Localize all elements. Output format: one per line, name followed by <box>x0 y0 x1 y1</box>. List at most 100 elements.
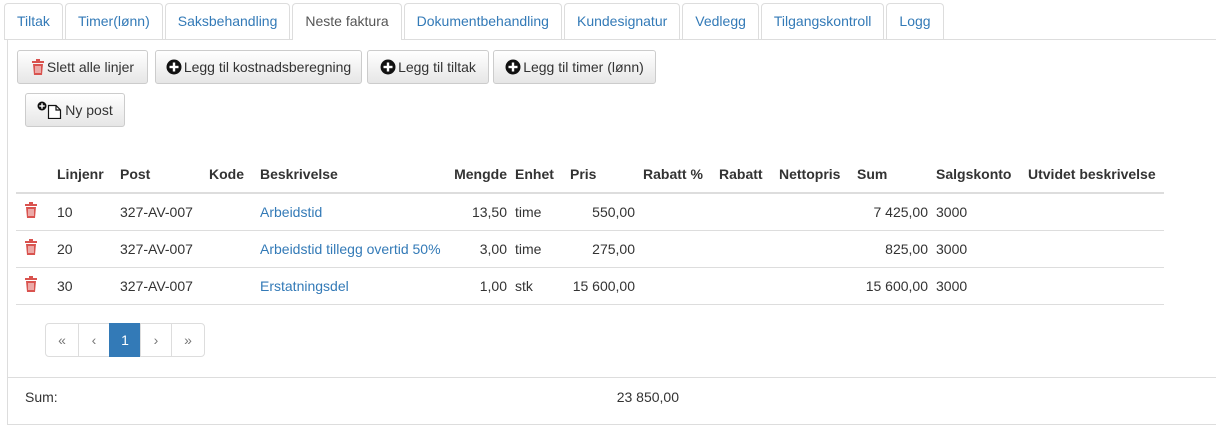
new-post-label: Ny post <box>65 102 113 118</box>
col-actions <box>16 155 57 194</box>
pagination-first-button[interactable]: « <box>45 323 79 357</box>
col-salgskonto: Salgskonto <box>936 155 1028 194</box>
tab-dokumentbehandling[interactable]: Dokumentbehandling <box>403 3 562 39</box>
col-pris: Pris <box>570 155 643 194</box>
tab-tilgangskontroll[interactable]: Tilgangskontroll <box>760 3 885 39</box>
cell-salgskonto: 3000 <box>936 267 1028 305</box>
pagination-next-button[interactable]: › <box>140 323 172 357</box>
cell-linjenr: 30 <box>57 267 120 305</box>
tab-timer-lonn[interactable]: Timer(lønn) <box>64 3 163 39</box>
invoice-lines-table: Linjenr Post Kode Beskrivelse Mengde Enh… <box>16 155 1164 305</box>
cell-sum: 15 600,00 <box>857 267 936 305</box>
tab-bar: Tiltak Timer(lønn) Saksbehandling Neste … <box>4 3 1216 40</box>
cell-linjenr: 20 <box>57 230 120 268</box>
col-mengde: Mengde <box>449 155 515 194</box>
trash-icon <box>25 276 37 292</box>
add-cost-calculation-label: Legg til kostnadsberegning <box>183 59 352 75</box>
sum-value: 23 850,00 <box>616 389 679 405</box>
cell-beskrivelse-link[interactable]: Erstatningsdel <box>260 267 449 305</box>
sum-label: Sum: <box>25 389 58 405</box>
cell-nettopris <box>779 267 857 305</box>
cell-kode <box>209 193 260 231</box>
cell-utvidet <box>1028 267 1164 305</box>
add-measure-label: Legg til tiltak <box>398 59 476 75</box>
cell-enhet: stk <box>515 267 570 305</box>
add-hours-label: Legg til timer (lønn) <box>523 59 644 75</box>
cell-pris: 15 600,00 <box>570 267 643 305</box>
table-row: 20 327-AV-007 Arbeidstid tillegg overtid… <box>16 230 1164 268</box>
col-beskrivelse: Beskrivelse <box>260 155 449 194</box>
cell-utvidet <box>1028 230 1164 268</box>
delete-row-button[interactable] <box>24 239 38 258</box>
cell-post: 327-AV-007 <box>120 230 209 268</box>
cell-salgskonto: 3000 <box>936 230 1028 268</box>
cell-beskrivelse-link[interactable]: Arbeidstid <box>260 193 449 231</box>
trash-icon <box>31 59 44 75</box>
cell-beskrivelse-link[interactable]: Arbeidstid tillegg overtid 50% <box>260 230 449 268</box>
cell-mengde: 1,00 <box>449 267 515 305</box>
cell-salgskonto: 3000 <box>936 193 1028 231</box>
cell-rabatt-pct <box>643 267 719 305</box>
summary-divider <box>7 377 1216 378</box>
plus-circle-icon <box>166 59 182 75</box>
new-document-icon <box>37 101 62 119</box>
cell-rabatt <box>719 267 779 305</box>
cell-kode <box>209 267 260 305</box>
cell-enhet: time <box>515 230 570 268</box>
cell-pris: 275,00 <box>570 230 643 268</box>
cell-utvidet <box>1028 193 1164 231</box>
add-measure-button[interactable]: Legg til tiltak <box>367 50 489 84</box>
add-cost-calculation-button[interactable]: Legg til kostnadsberegning <box>155 50 362 84</box>
plus-circle-icon <box>505 59 521 75</box>
tab-kundesignatur[interactable]: Kundesignatur <box>563 3 681 39</box>
row-actions <box>16 267 57 305</box>
trash-icon <box>25 239 37 255</box>
table-header-row: Linjenr Post Kode Beskrivelse Mengde Enh… <box>16 155 1164 194</box>
pagination-prev-button[interactable]: ‹ <box>78 323 110 357</box>
cell-sum: 7 425,00 <box>857 193 936 231</box>
col-post: Post <box>120 155 209 194</box>
tab-neste-faktura[interactable]: Neste faktura <box>292 3 402 40</box>
cell-pris: 550,00 <box>570 193 643 231</box>
cell-linjenr: 10 <box>57 193 120 231</box>
col-kode: Kode <box>209 155 260 194</box>
cell-post: 327-AV-007 <box>120 193 209 231</box>
row-actions <box>16 193 57 231</box>
tab-saksbehandling[interactable]: Saksbehandling <box>164 3 291 39</box>
trash-icon <box>25 202 37 219</box>
table-row: 30 327-AV-007 Erstatningsdel 1,00 stk 15… <box>16 267 1164 305</box>
cell-rabatt <box>719 193 779 231</box>
cell-mengde: 3,00 <box>449 230 515 268</box>
add-hours-button[interactable]: Legg til timer (lønn) <box>493 50 656 84</box>
cell-kode <box>209 230 260 268</box>
plus-circle-icon <box>380 59 396 75</box>
cell-rabatt-pct <box>643 193 719 231</box>
col-enhet: Enhet <box>515 155 570 194</box>
cell-nettopris <box>779 230 857 268</box>
cell-rabatt <box>719 230 779 268</box>
cell-sum: 825,00 <box>857 230 936 268</box>
delete-row-button[interactable] <box>24 276 38 295</box>
delete-all-lines-button[interactable]: Slett alle linjer <box>17 50 148 84</box>
table-row: 10 327-AV-007 Arbeidstid 13,50 time 550,… <box>16 193 1164 231</box>
col-utvidet-beskrivelse: Utvidet beskrivelse <box>1028 155 1164 194</box>
col-sum: Sum <box>857 155 936 194</box>
tab-vedlegg[interactable]: Vedlegg <box>682 3 759 39</box>
cell-enhet: time <box>515 193 570 231</box>
tab-tiltak[interactable]: Tiltak <box>4 3 63 39</box>
pagination-last-button[interactable]: » <box>171 323 205 357</box>
tab-logg[interactable]: Logg <box>886 3 944 39</box>
pagination-page-current[interactable]: 1 <box>109 323 141 357</box>
col-rabatt: Rabatt <box>719 155 779 194</box>
delete-row-button[interactable] <box>24 202 38 221</box>
new-post-button[interactable]: Ny post <box>25 93 125 127</box>
cell-rabatt-pct <box>643 230 719 268</box>
cell-nettopris <box>779 193 857 231</box>
delete-all-lines-label: Slett alle linjer <box>46 59 135 75</box>
col-rabatt-pct: Rabatt % <box>643 155 719 194</box>
cell-post: 327-AV-007 <box>120 267 209 305</box>
row-actions <box>16 230 57 268</box>
col-nettopris: Nettopris <box>779 155 857 194</box>
cell-mengde: 13,50 <box>449 193 515 231</box>
pagination: « ‹ 1 › » <box>45 323 205 357</box>
